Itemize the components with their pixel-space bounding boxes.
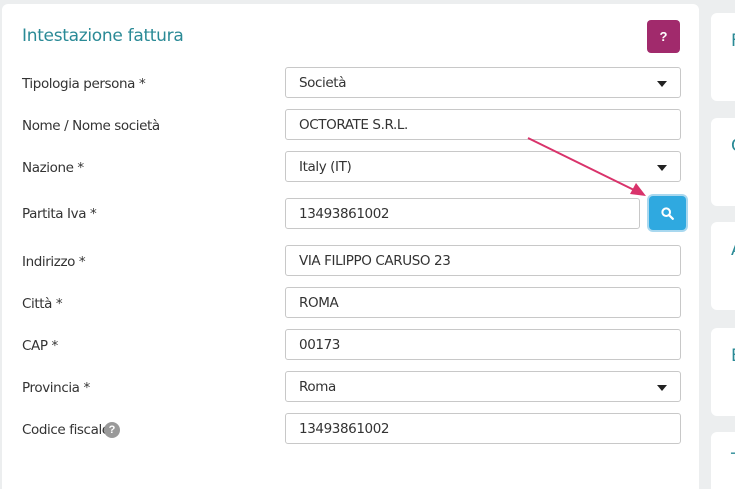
side-card-3: A (711, 222, 735, 310)
codice-fiscale-input[interactable]: 13493861002 (285, 413, 681, 444)
indirizzo-input[interactable]: VIA FILIPPO CARUSO 23 (285, 245, 681, 276)
provincia-select[interactable]: Roma (285, 371, 681, 402)
invoice-header-card: Intestazione fattura ? Tipologia persona… (2, 4, 699, 489)
provincia-value: Roma (299, 378, 336, 395)
nome-input[interactable]: OCTORATE S.R.L. (285, 109, 681, 140)
tipologia-label: Tipologia persona * (22, 76, 146, 92)
citta-input[interactable]: ROMA (285, 287, 681, 318)
nazione-label: Nazione * (22, 160, 84, 176)
chevron-down-icon (657, 81, 667, 87)
partita-iva-value: 13493861002 (299, 205, 390, 222)
nome-value: OCTORATE S.R.L. (299, 116, 408, 133)
side-card-title: T (731, 450, 735, 470)
side-card-2: C (711, 118, 735, 206)
provincia-label: Provincia * (22, 380, 90, 396)
indirizzo-label: Indirizzo * (22, 254, 86, 270)
chevron-down-icon (657, 165, 667, 171)
citta-value: ROMA (299, 294, 339, 311)
indirizzo-value: VIA FILIPPO CARUSO 23 (299, 252, 451, 269)
cap-label: CAP * (22, 338, 58, 354)
codice-fiscale-value: 13493861002 (299, 420, 390, 437)
help-button[interactable]: ? (647, 20, 680, 53)
nome-label: Nome / Nome società (22, 118, 160, 134)
citta-label: Città * (22, 296, 63, 312)
partita-iva-label: Partita Iva * (22, 206, 97, 222)
side-card-title: E (731, 346, 735, 366)
chevron-down-icon (657, 385, 667, 391)
tipologia-select[interactable]: Società (285, 67, 681, 98)
cap-value: 00173 (299, 336, 340, 353)
side-card-4: E (711, 328, 735, 416)
side-card-title: C (731, 136, 735, 156)
side-card-title: A (731, 240, 735, 260)
info-icon[interactable]: ? (104, 422, 120, 438)
nazione-value: Italy (IT) (299, 158, 352, 175)
cap-input[interactable]: 00173 (285, 329, 681, 360)
vat-search-button[interactable] (649, 196, 686, 230)
codice-fiscale-label: Codice fiscale (22, 422, 110, 438)
tipologia-value: Società (299, 74, 347, 91)
side-card-5: T (711, 432, 735, 489)
side-card-1: F (711, 13, 735, 101)
search-icon (661, 206, 674, 220)
nazione-select[interactable]: Italy (IT) (285, 151, 681, 182)
partita-iva-input[interactable]: 13493861002 (285, 198, 640, 229)
side-card-title: F (731, 31, 735, 51)
card-title: Intestazione fattura (22, 26, 184, 46)
